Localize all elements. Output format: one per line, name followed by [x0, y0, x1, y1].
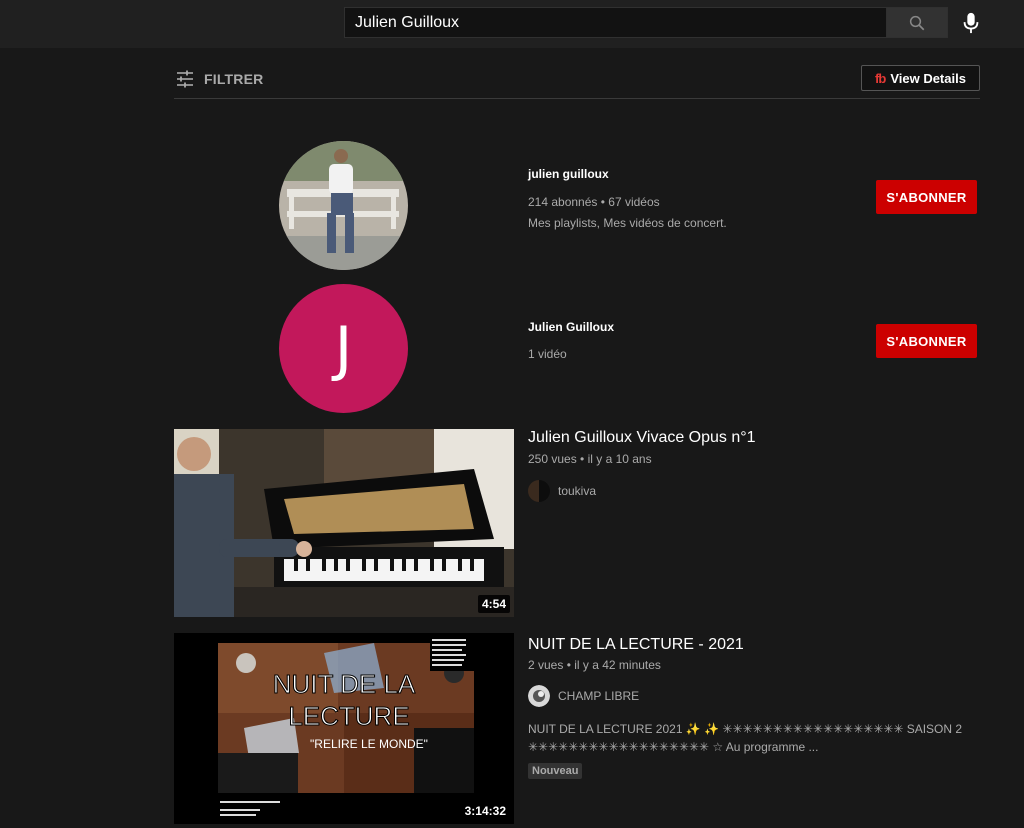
search-input[interactable] [344, 7, 886, 38]
video-channel-name: toukiva [558, 484, 597, 498]
divider [174, 98, 980, 99]
subscribe-button[interactable]: S'ABONNER [876, 180, 977, 214]
view-details-label: View Details [890, 70, 966, 86]
fb-logo: fb [875, 70, 886, 86]
video-channel[interactable]: CHAMP LIBRE [528, 685, 639, 707]
top-bar [0, 0, 1024, 48]
channel-photo [279, 141, 408, 270]
video-channel[interactable]: toukiva [528, 480, 596, 502]
video-description: NUIT DE LA LECTURE 2021 ✨ ✨ ✳✳✳✳✳✳✳✳✳✳✳✳… [528, 722, 963, 754]
new-badge: Nouveau [528, 763, 583, 779]
video-channel-name: CHAMP LIBRE [558, 689, 640, 703]
channel-stats: 214 abonnés • 67 vidéos [528, 195, 660, 209]
view-details-button[interactable]: fb View Details [861, 65, 980, 91]
channel-name[interactable]: julien guilloux [528, 167, 609, 181]
search-bar [344, 7, 948, 38]
filter-sliders-icon [177, 70, 193, 88]
video-meta: 2 vues • il y a 42 minutes [528, 658, 661, 672]
poster-title-line1: NUIT DE LA [273, 669, 416, 699]
video-thumbnail[interactable]: NUIT DE LA LECTURE "RELIRE LE MONDE" 3:1… [174, 633, 514, 824]
channel-description: Mes playlists, Mes vidéos de concert. [528, 216, 727, 230]
video-title[interactable]: NUIT DE LA LECTURE - 2021 [528, 636, 744, 654]
piano-thumbnail-image [174, 429, 514, 617]
video-thumbnail[interactable]: 4:54 [174, 429, 514, 617]
filter-label: FILTRER [204, 71, 264, 87]
channel-mini-avatar [528, 480, 550, 502]
video-title[interactable]: Julien Guilloux Vivace Opus n°1 [528, 429, 756, 447]
video-duration: 3:14:32 [460, 802, 510, 820]
video-meta: 250 vues • il y a 10 ans [528, 452, 652, 466]
search-icon [909, 15, 925, 30]
microphone-icon [963, 12, 979, 34]
filter-button[interactable]: FILTRER [176, 70, 263, 88]
channel-name[interactable]: Julien Guilloux [528, 320, 614, 334]
channel-mini-avatar [528, 685, 550, 707]
poster-title-line2: LECTURE [288, 701, 409, 731]
subscribe-button[interactable]: S'ABONNER [876, 324, 977, 358]
voice-search-button[interactable] [958, 9, 984, 37]
channel-avatar[interactable] [279, 141, 408, 270]
search-button[interactable] [886, 7, 948, 38]
channel-stats: 1 vidéo [528, 347, 567, 361]
channel-avatar-letter[interactable]: J [279, 284, 408, 413]
video-duration: 4:54 [477, 595, 510, 613]
event-poster-image: NUIT DE LA LECTURE "RELIRE LE MONDE" [174, 633, 514, 824]
poster-subtitle: "RELIRE LE MONDE" [310, 737, 428, 751]
